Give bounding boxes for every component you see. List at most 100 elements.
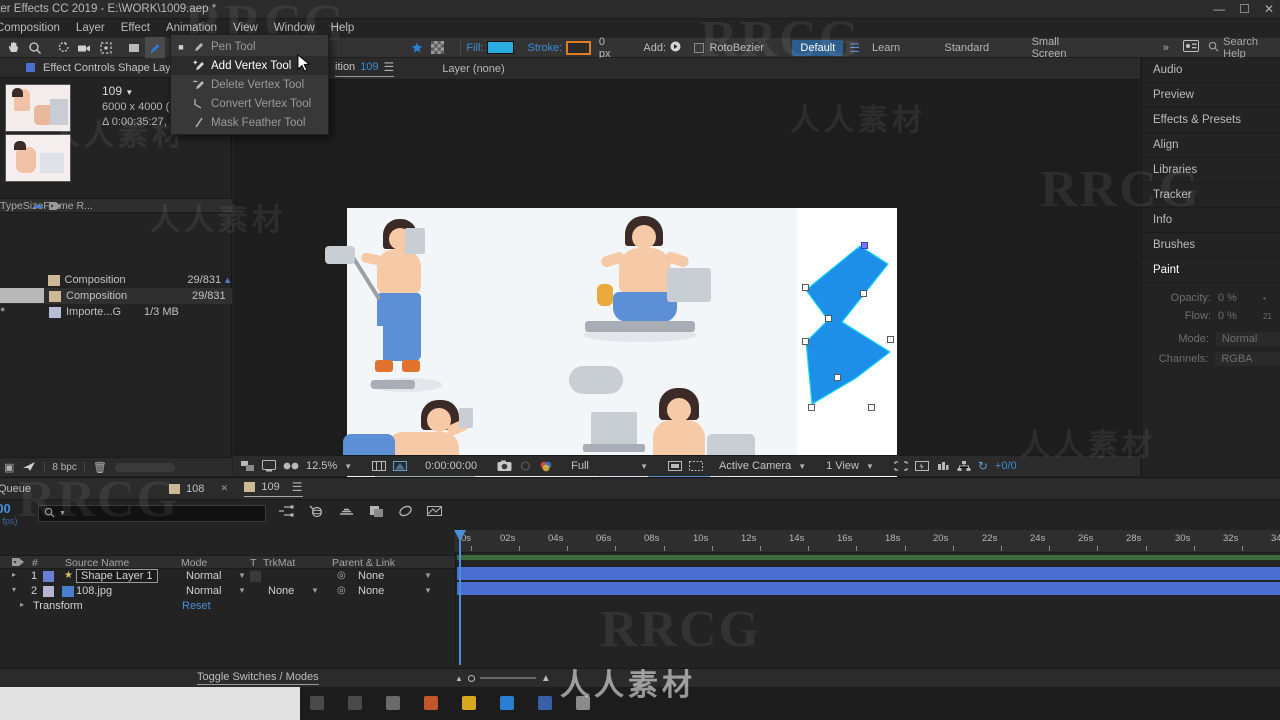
- mask-display-icon[interactable]: [689, 460, 704, 472]
- region-preview-icon[interactable]: [668, 460, 683, 472]
- shape-vertex[interactable]: [808, 404, 815, 411]
- camera-tool-icon[interactable]: [74, 37, 95, 58]
- delete-icon[interactable]: 🗑: [93, 461, 107, 474]
- sort-arrow-icon[interactable]: [32, 201, 45, 213]
- trkmat-dropdown-icon[interactable]: ▼: [311, 586, 319, 595]
- zoom-dropdown-icon[interactable]: ▼: [344, 462, 352, 471]
- layer-mode[interactable]: Normal: [186, 585, 221, 597]
- motion-blur-icon[interactable]: [338, 504, 355, 521]
- shape-vertex[interactable]: [887, 336, 894, 343]
- taskbar-icon[interactable]: [310, 696, 324, 710]
- column-number[interactable]: #: [32, 557, 38, 569]
- star-shape-icon[interactable]: [407, 37, 428, 58]
- workspace-overflow-button[interactable]: »: [1157, 42, 1175, 54]
- timeline-track-area[interactable]: [455, 553, 1280, 665]
- panel-preview[interactable]: Preview: [1142, 83, 1280, 108]
- stroke-color-swatch[interactable]: [566, 40, 592, 55]
- timeline-current-time[interactable]: :00 (1 fps): [0, 502, 18, 527]
- layer-trkmat[interactable]: None: [268, 585, 294, 597]
- shape-vertex[interactable]: [868, 404, 875, 411]
- shape-vertex[interactable]: [802, 284, 809, 291]
- add-dropdown-icon[interactable]: [670, 41, 681, 55]
- layer-name[interactable]: 108.jpg: [76, 585, 112, 597]
- workspace-options-icon[interactable]: [1182, 40, 1199, 55]
- brainstorm-icon[interactable]: [398, 504, 413, 521]
- mode-dropdown-icon[interactable]: ▼: [238, 571, 246, 580]
- column-t[interactable]: T: [250, 557, 256, 569]
- shape-layer-path[interactable]: [802, 242, 894, 417]
- zoom-in-icon[interactable]: ▲: [541, 673, 551, 684]
- stroke-label[interactable]: Stroke:: [528, 42, 563, 54]
- menu-convert-vertex-tool[interactable]: Convert Vertex Tool: [171, 94, 328, 113]
- layer-color-swatch[interactable]: [43, 571, 54, 582]
- parent-dropdown-icon[interactable]: ▼: [424, 586, 432, 595]
- panel-menu-icon[interactable]: ☰: [292, 480, 303, 494]
- shape-vertex[interactable]: [860, 290, 867, 297]
- panel-menu-icon[interactable]: ☰: [384, 60, 395, 74]
- exposure-value[interactable]: +0/0: [995, 460, 1017, 472]
- minimize-button[interactable]: —: [1213, 0, 1225, 19]
- composition-tab[interactable]: ition 109 ☰: [335, 60, 395, 77]
- transparency-grid-icon[interactable]: [427, 37, 448, 58]
- layer-2-duration-bar[interactable]: [457, 582, 1280, 595]
- panel-paint[interactable]: Paint: [1142, 258, 1280, 283]
- taskbar-icon[interactable]: [386, 696, 400, 710]
- timeline-transform-row[interactable]: ▸ Transform Reset: [0, 599, 455, 614]
- pan-behind-tool-icon[interactable]: [95, 37, 116, 58]
- close-tab-icon[interactable]: ✕: [213, 483, 235, 494]
- paint-flow-row[interactable]: Flow: 0 % 21: [1142, 307, 1280, 325]
- expand-arrow-icon[interactable]: ▸: [12, 570, 16, 579]
- stroke-width-value[interactable]: 0 px: [599, 36, 619, 60]
- column-source-name[interactable]: Source Name: [65, 557, 129, 569]
- zoom-slider-knob[interactable]: [467, 674, 475, 682]
- fill-label[interactable]: Fill:: [466, 42, 483, 54]
- shape-vertex-selected[interactable]: [861, 242, 868, 249]
- toggle-switches-modes-button[interactable]: Toggle Switches / Modes: [197, 671, 319, 685]
- 3d-glasses-icon[interactable]: [283, 461, 299, 471]
- panel-libraries[interactable]: Libraries: [1142, 158, 1280, 183]
- resolution-dropdown-icon[interactable]: ▼: [640, 462, 648, 471]
- paint-mode-row[interactable]: Mode: Normal: [1142, 330, 1280, 348]
- panel-brushes[interactable]: Brushes: [1142, 233, 1280, 258]
- shape-vertex[interactable]: [802, 338, 809, 345]
- zoom-tool-icon[interactable]: [25, 37, 46, 58]
- workspace-small-screen[interactable]: Small Screen: [1026, 36, 1100, 60]
- pen-tool-icon[interactable]: [144, 37, 166, 58]
- fast-preview-icon[interactable]: [914, 460, 929, 472]
- camera-value[interactable]: Active Camera: [719, 460, 791, 472]
- channel-rgb-icon[interactable]: [539, 460, 553, 472]
- comp-tab-108[interactable]: 108: [169, 483, 204, 495]
- panel-effects-presets[interactable]: Effects & Presets: [1142, 108, 1280, 133]
- camera-dropdown-icon[interactable]: ▼: [798, 462, 806, 471]
- menu-item-effect[interactable]: Effect: [113, 19, 158, 37]
- maximize-button[interactable]: ☐: [1239, 0, 1250, 19]
- column-type[interactable]: Type: [0, 200, 23, 212]
- snapshot-camera-icon[interactable]: [497, 460, 512, 472]
- draft-3d-icon[interactable]: [308, 504, 324, 521]
- parent-dropdown-icon[interactable]: ▼: [424, 571, 432, 580]
- rotobezier-label[interactable]: RotoBezier: [709, 42, 763, 54]
- pixel-aspect-icon[interactable]: [894, 460, 908, 472]
- bit-depth-label[interactable]: 8 bpc: [44, 461, 85, 473]
- menu-delete-vertex-tool[interactable]: Delete Vertex Tool: [171, 75, 328, 94]
- taskbar-icon[interactable]: [462, 696, 476, 710]
- paint-mode-value[interactable]: Normal: [1215, 332, 1280, 346]
- views-value[interactable]: 1 View: [826, 460, 859, 472]
- menu-item-layer[interactable]: Layer: [68, 19, 113, 37]
- layer-1-duration-bar[interactable]: [457, 567, 1280, 580]
- reset-exposure-icon[interactable]: ↻: [978, 459, 988, 473]
- timeline-ruler[interactable]: 0s 02s 04s 06s 08s 10s 12s 14s 16s 18s 2…: [454, 530, 1280, 665]
- taskbar-icon[interactable]: [424, 696, 438, 710]
- paint-opacity-value[interactable]: 0 %: [1218, 292, 1237, 304]
- project-settings-icon[interactable]: ▣: [4, 461, 14, 474]
- workspace-menu-icon[interactable]: ☰: [843, 41, 866, 55]
- mode-dropdown-icon[interactable]: ▼: [238, 586, 246, 595]
- timeline-jump-icon[interactable]: [936, 460, 950, 472]
- project-row-0[interactable]: Composition 29/831 ▲: [0, 272, 232, 288]
- comp-tab-109[interactable]: 109 ☰: [244, 480, 303, 497]
- paint-opacity-row[interactable]: Opacity: 0 % ▪: [1142, 289, 1280, 307]
- parent-pickwhip-icon[interactable]: ◎: [337, 585, 346, 596]
- search-help-box[interactable]: Search Help: [1208, 36, 1280, 60]
- menu-item-composition[interactable]: Composition: [0, 19, 68, 37]
- fill-color-swatch[interactable]: [487, 41, 515, 54]
